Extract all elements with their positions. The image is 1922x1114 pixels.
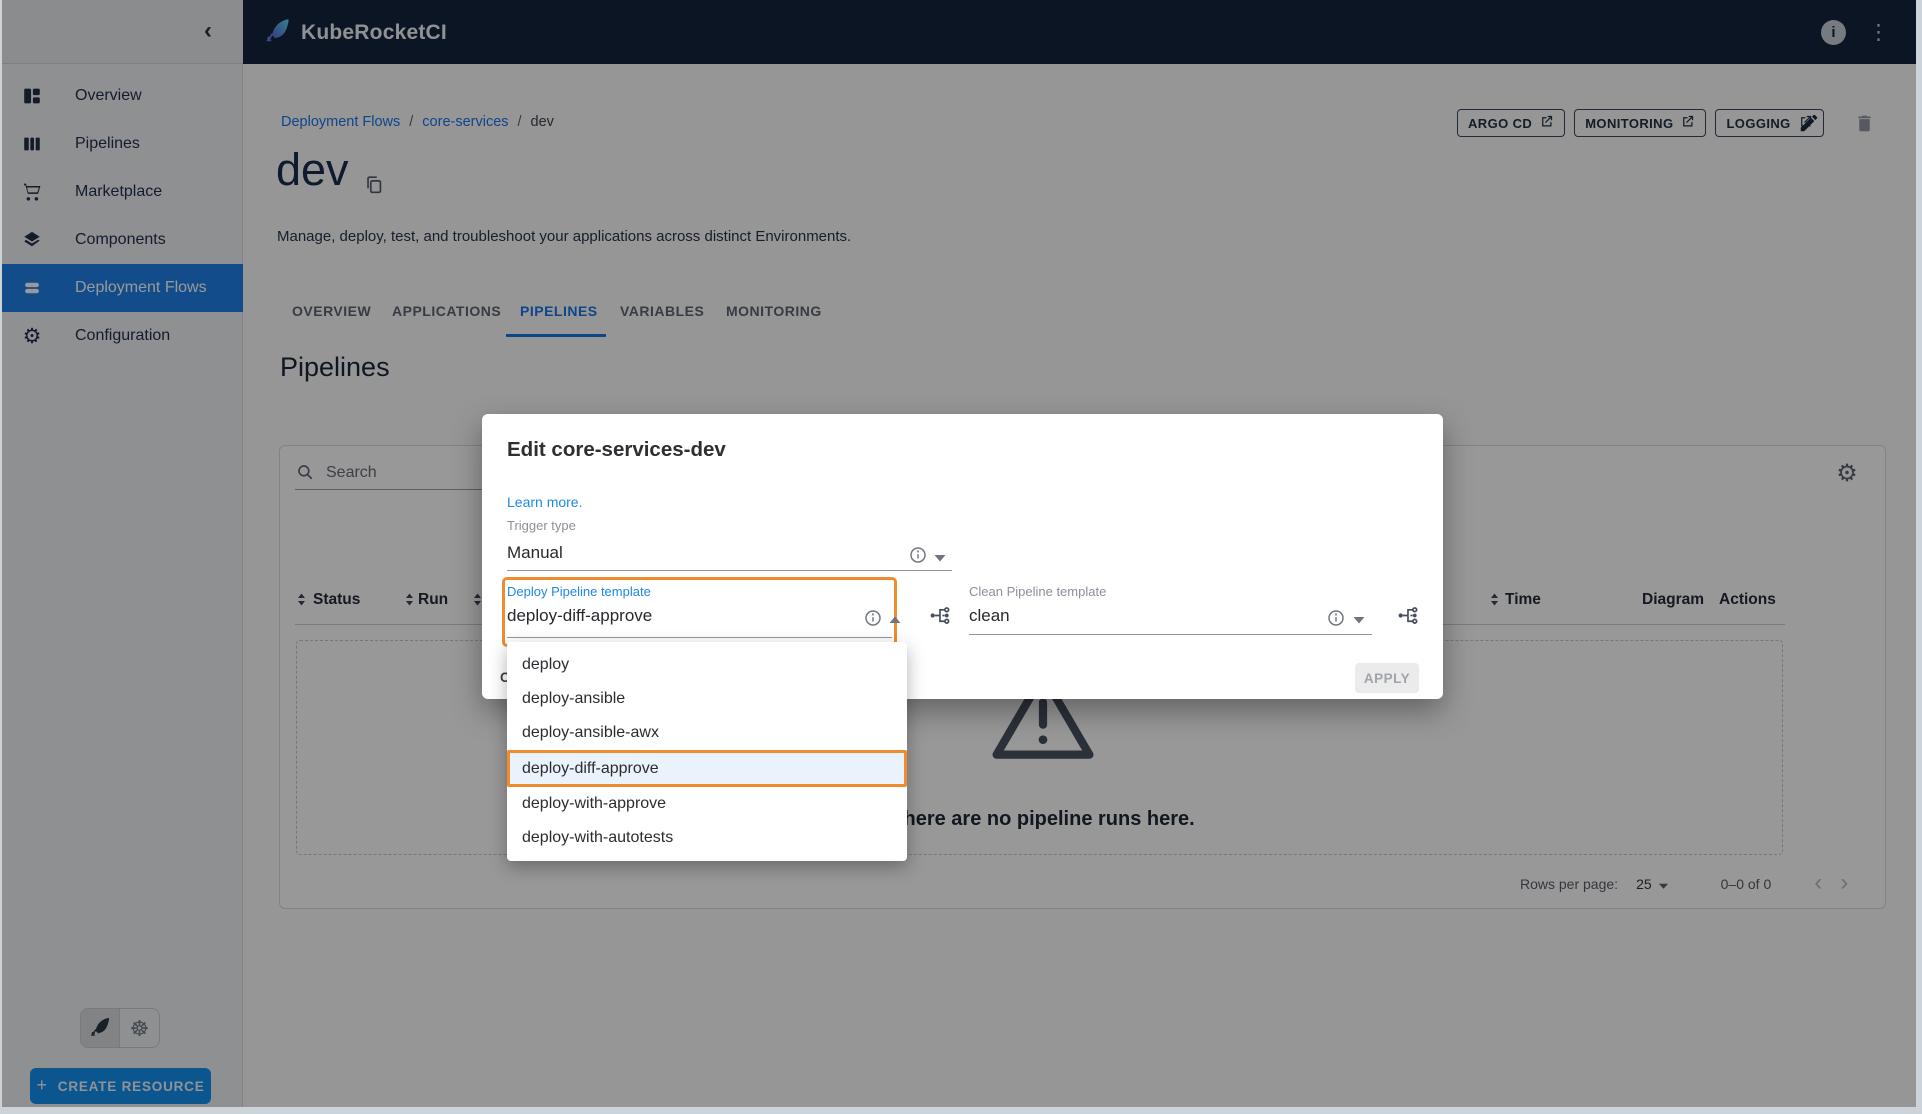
clean-template-select[interactable]: clean (969, 606, 1010, 626)
trigger-type-underline (507, 570, 952, 571)
dropdown-option[interactable]: deploy-with-approve (507, 787, 907, 821)
deploy-template-dropdown: deploy deploy-ansible deploy-ansible-awx… (507, 642, 907, 861)
pipeline-diagram-icon[interactable] (928, 603, 953, 628)
window-edge-bottom (0, 1107, 1922, 1114)
deploy-template-label: Deploy Pipeline template (507, 584, 651, 599)
info-circle-icon[interactable] (908, 545, 928, 565)
dropdown-option-selected[interactable]: deploy-diff-approve (507, 750, 907, 787)
dialog-title: Edit core-services-dev (507, 438, 726, 462)
deploy-template-select[interactable]: deploy-diff-approve (507, 606, 652, 626)
window-edge-right (1916, 0, 1922, 1114)
chevron-down-icon[interactable] (1352, 612, 1370, 630)
learn-more-link[interactable]: Learn more. (507, 494, 582, 510)
deploy-template-underline (507, 637, 892, 638)
clean-template-underline (969, 634, 1372, 635)
trigger-type-select[interactable]: Manual (507, 543, 563, 563)
chevron-up-icon[interactable] (888, 612, 906, 630)
chevron-down-icon[interactable] (933, 550, 951, 568)
dropdown-option[interactable]: deploy-ansible (507, 682, 907, 716)
pipeline-diagram-icon[interactable] (1396, 603, 1421, 628)
window-edge-left (0, 0, 2, 1114)
clean-template-label: Clean Pipeline template (969, 584, 1106, 599)
dropdown-option[interactable]: deploy-with-autotests (507, 821, 907, 855)
trigger-type-label: Trigger type (507, 518, 576, 533)
dropdown-option[interactable]: deploy (507, 648, 907, 682)
apply-button[interactable]: APPLY (1355, 663, 1419, 693)
info-circle-icon[interactable] (1326, 608, 1346, 628)
dropdown-option[interactable]: deploy-ansible-awx (507, 716, 907, 750)
info-circle-icon[interactable] (863, 608, 883, 628)
